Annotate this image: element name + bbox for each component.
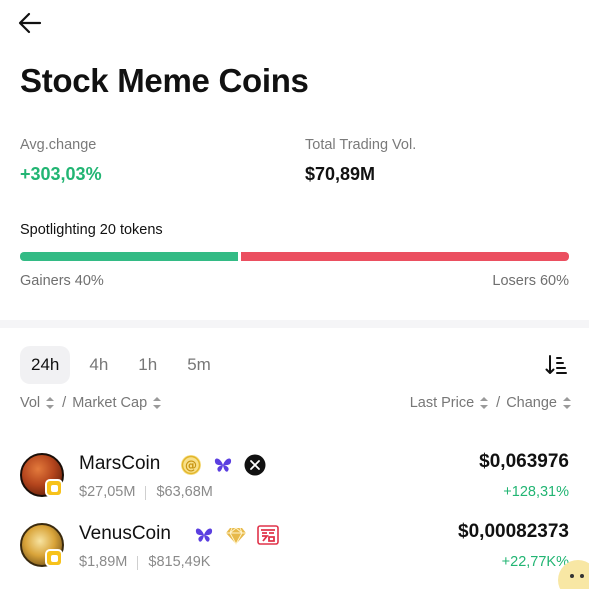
chain-badge-icon [45, 479, 63, 497]
total-volume-label: Total Trading Vol. [305, 137, 417, 153]
x-twitter-icon[interactable] [244, 454, 266, 476]
back-button[interactable] [18, 12, 42, 34]
section-divider [0, 320, 589, 328]
sort-arrows-icon [563, 397, 571, 409]
sort-last-price[interactable]: Last Price [410, 395, 496, 411]
column-header-left: Vol / Market Cap [20, 395, 169, 411]
gainers-losers-bar [20, 252, 569, 261]
coin-row-venuscoin[interactable]: VenusCoin $1,89M $815,49K $0,00082373 +2… [0, 519, 589, 579]
change-header: Change [506, 395, 557, 411]
coin-change: +128,31% [503, 484, 569, 500]
losers-bar [241, 252, 569, 261]
coin-market-cap: $815,49K [148, 554, 211, 570]
chain-badge-icon [45, 549, 63, 567]
svg-text:@: @ [185, 459, 197, 473]
butterfly-icon[interactable] [193, 524, 215, 546]
page-title: Stock Meme Coins [20, 62, 309, 99]
avg-change-label: Avg.change [20, 137, 97, 153]
coin-change: +22,77K% [501, 554, 569, 570]
avg-change-value: +303,03% [20, 164, 102, 184]
column-header-right: Last Price / Change [410, 395, 571, 411]
sort-arrows-icon [46, 397, 55, 409]
coin-price: $0,00082373 [458, 521, 569, 542]
last-price-header: Last Price [409, 395, 475, 411]
coin-market-cap: $63,68M [156, 484, 213, 500]
tab-5m[interactable]: 5m [176, 346, 222, 384]
spotlight-label: Spotlighting 20 tokens [20, 222, 163, 238]
market-cap-header: Market Cap [72, 395, 148, 411]
coin-stats: $27,05M $63,68M [79, 484, 213, 500]
sort-arrows-icon [480, 397, 489, 409]
butterfly-icon[interactable] [212, 454, 234, 476]
coin-stats: $1,89M $815,49K [79, 554, 210, 570]
sort-market-cap[interactable]: Market Cap [72, 395, 169, 411]
coin-name: VenusCoin [79, 523, 171, 544]
sort-vol[interactable]: Vol [20, 395, 62, 411]
diamond-icon[interactable] [225, 524, 247, 546]
sort-icon [545, 355, 567, 374]
header-separator: / [62, 395, 67, 411]
red-logo-icon[interactable] [257, 524, 279, 546]
sort-arrows-icon [153, 397, 162, 409]
sort-change[interactable]: Change [506, 395, 571, 411]
header-separator: / [496, 395, 501, 411]
vol-header: Vol [20, 395, 41, 411]
at-sign-badge-icon[interactable]: @ [180, 454, 202, 476]
tab-24h[interactable]: 24h [20, 346, 71, 384]
coin-tag-icons [193, 523, 289, 547]
coin-volume: $1,89M [79, 554, 128, 570]
gainers-label: Gainers 40% [20, 273, 104, 289]
tab-1h[interactable]: 1h [127, 346, 168, 384]
gainers-bar [20, 252, 239, 261]
arrow-left-icon [18, 12, 42, 34]
losers-label: Losers 60% [492, 273, 569, 289]
coin-tag-icons: @ [180, 453, 276, 477]
total-volume-value: $70,89M [305, 164, 376, 184]
coin-name: MarsCoin [79, 453, 161, 474]
coin-price: $0,063976 [479, 451, 569, 472]
coin-volume: $27,05M [79, 484, 136, 500]
timeframe-tabs: 24h 4h 1h 5m [20, 346, 230, 384]
sort-button[interactable] [545, 354, 567, 376]
tab-4h[interactable]: 4h [78, 346, 119, 384]
coin-row-marscoin[interactable]: MarsCoin @ $27,05M $63,68M $0,063976 +12… [0, 449, 589, 509]
